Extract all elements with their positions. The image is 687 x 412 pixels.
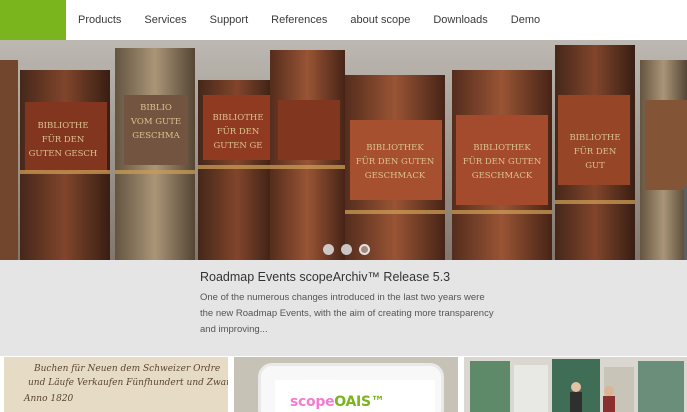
nav-item-references[interactable]: References bbox=[271, 14, 327, 26]
nav-item-services[interactable]: Services bbox=[144, 14, 186, 26]
nav-item-downloads[interactable]: Downloads bbox=[433, 14, 487, 26]
slider-dot-2[interactable] bbox=[341, 244, 352, 255]
manuscript-image: Buchen für Neuen dem Schweizer Ordre und… bbox=[4, 357, 228, 412]
teaser-tile-manuscript[interactable]: Buchen für Neuen dem Schweizer Ordre und… bbox=[4, 357, 228, 412]
caption-body: One of the numerous changes introduced i… bbox=[200, 292, 494, 335]
slider-dots bbox=[323, 244, 370, 255]
svg-text:und Läufe Verkaufen Fünfhunder: und Läufe Verkaufen Fünfhundert und Zwan… bbox=[28, 378, 228, 388]
svg-text:Anno 1820: Anno 1820 bbox=[23, 394, 74, 404]
nav-item-demo[interactable]: Demo bbox=[511, 14, 540, 26]
nav-item-about-scope[interactable]: about scope bbox=[350, 14, 410, 26]
nav-item-support[interactable]: Support bbox=[210, 14, 249, 26]
teaser-tile-exhibition[interactable] bbox=[464, 357, 687, 412]
page: scope Products Services Support Referenc… bbox=[0, 0, 687, 412]
scopeoais-label: scopeOAIS™ bbox=[290, 394, 385, 410]
main-nav: Products Services Support References abo… bbox=[66, 0, 687, 40]
slider-dot-3[interactable] bbox=[359, 244, 370, 255]
hero-image: BIBLIOTHE FÜR DEN GUTEN GESCH BIBLIO VOM… bbox=[0, 40, 687, 260]
exhibition-image bbox=[464, 357, 687, 412]
nav-item-products[interactable]: Products bbox=[78, 14, 121, 26]
teaser-tile-scopeoais[interactable]: scopeOAIS™ bbox=[234, 357, 458, 412]
hero-slider[interactable]: BIBLIOTHE FÜR DEN GUTEN GESCH BIBLIO VOM… bbox=[0, 40, 687, 260]
slide-caption: Roadmap Events scopeArchiv™ Release 5.3 … bbox=[0, 260, 687, 356]
caption-title[interactable]: Roadmap Events scopeArchiv™ Release 5.3 bbox=[200, 270, 450, 284]
slider-dot-1[interactable] bbox=[323, 244, 334, 255]
svg-text:Buchen für Neuen dem Schweizer: Buchen für Neuen dem Schweizer Ordre bbox=[33, 364, 220, 374]
